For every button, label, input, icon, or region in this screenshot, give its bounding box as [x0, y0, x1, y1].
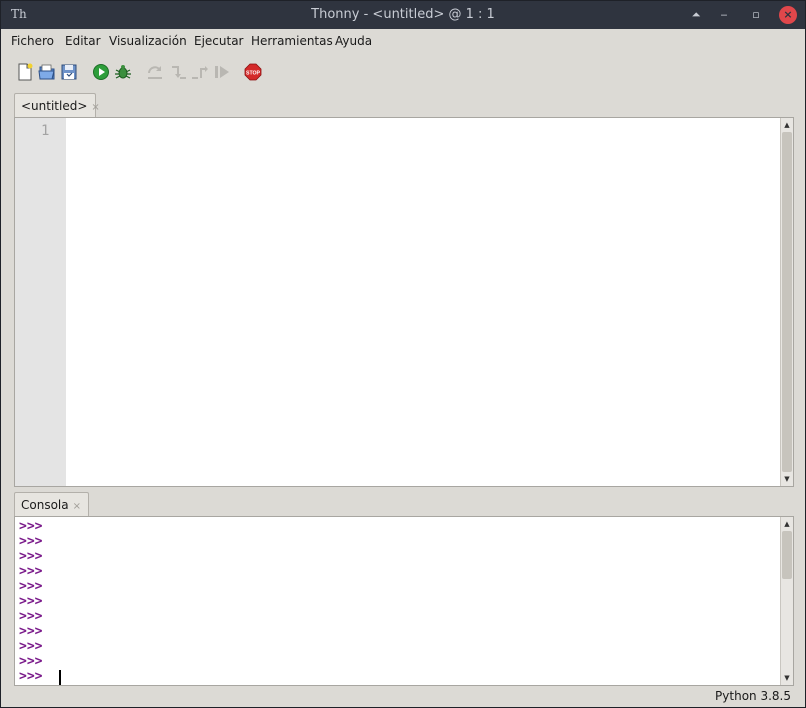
menu-bar: Fichero Editar Visualización Ejecutar He…	[1, 29, 805, 53]
resume-icon	[215, 66, 229, 78]
scroll-up-icon[interactable]: ▲	[781, 119, 793, 131]
scroll-down-icon[interactable]: ▼	[781, 672, 793, 684]
window-title: Thonny - <untitled> @ 1 : 1	[311, 7, 495, 22]
open-file-icon[interactable]	[38, 63, 56, 81]
tab-consola[interactable]: Consola ×	[14, 492, 89, 518]
shell-console[interactable]: >>> >>> >>> >>> >>> >>> >>> >>> >>> >>> …	[14, 516, 794, 686]
tab-consola-close-icon[interactable]: ×	[73, 501, 81, 512]
console-scrollbar[interactable]: ▲ ▼	[780, 517, 793, 685]
shade-window-button[interactable]: ⏶	[687, 6, 705, 24]
shell-prompt: >>>	[19, 639, 43, 654]
scroll-down-icon[interactable]: ▼	[781, 473, 793, 485]
shell-prompt: >>>	[19, 594, 43, 609]
text-cursor	[59, 670, 61, 685]
line-number: 1	[41, 123, 50, 139]
shell-prompt: >>>	[19, 654, 43, 669]
save-file-icon[interactable]	[60, 63, 78, 81]
step-over-icon	[148, 66, 162, 79]
maximize-button[interactable]: ▫	[747, 6, 765, 24]
run-icon[interactable]	[92, 63, 110, 81]
menu-fichero[interactable]: Fichero	[11, 34, 54, 48]
shell-prompt: >>>	[19, 519, 43, 534]
menu-ejecutar[interactable]: Ejecutar	[194, 34, 244, 48]
shell-prompt: >>>	[19, 549, 43, 564]
python-interpreter-label[interactable]: Python 3.8.5	[715, 689, 791, 703]
shell-prompt: >>>	[19, 624, 43, 639]
minimize-button[interactable]: ‒	[715, 6, 733, 24]
step-into-icon	[172, 66, 186, 79]
tab-untitled-close-icon[interactable]: ×	[91, 102, 99, 113]
tab-untitled-label: <untitled>	[21, 99, 88, 113]
toolbar: STOP	[1, 57, 805, 87]
menu-ayuda[interactable]: Ayuda	[335, 34, 372, 48]
thonny-window: Th Thonny - <untitled> @ 1 : 1 ⏶ ‒ ▫ × F…	[0, 0, 806, 708]
console-scroll-thumb[interactable]	[782, 531, 792, 579]
menu-visualizacion[interactable]: Visualización	[109, 34, 187, 48]
tab-untitled[interactable]: <untitled> ×	[14, 93, 100, 119]
line-number-gutter: 1	[15, 118, 66, 486]
scroll-up-icon[interactable]: ▲	[781, 518, 793, 530]
code-editor[interactable]: 1 ▲ ▼	[14, 117, 794, 487]
shell-prompt: >>>	[19, 579, 43, 594]
step-out-icon	[192, 66, 208, 79]
stop-icon[interactable]: STOP	[244, 63, 262, 81]
shell-prompt: >>>	[19, 534, 43, 549]
editor-scrollbar[interactable]: ▲ ▼	[780, 118, 793, 486]
shell-prompt: >>>	[19, 609, 43, 624]
stop-icon-label: STOP	[246, 70, 261, 76]
title-bar[interactable]: Th Thonny - <untitled> @ 1 : 1 ⏶ ‒ ▫ ×	[1, 1, 805, 29]
menu-editar[interactable]: Editar	[65, 34, 101, 48]
debug-icon[interactable]	[114, 63, 132, 81]
menu-herramientas[interactable]: Herramientas	[251, 34, 333, 48]
editor-scroll-thumb[interactable]	[782, 132, 792, 472]
close-button[interactable]: ×	[779, 6, 797, 24]
shell-prompt: >>>	[19, 669, 43, 684]
status-bar: Python 3.8.5	[1, 687, 805, 707]
shell-prompt: >>>	[19, 564, 43, 579]
new-file-icon[interactable]	[16, 63, 34, 81]
tab-consola-label: Consola	[21, 498, 69, 512]
